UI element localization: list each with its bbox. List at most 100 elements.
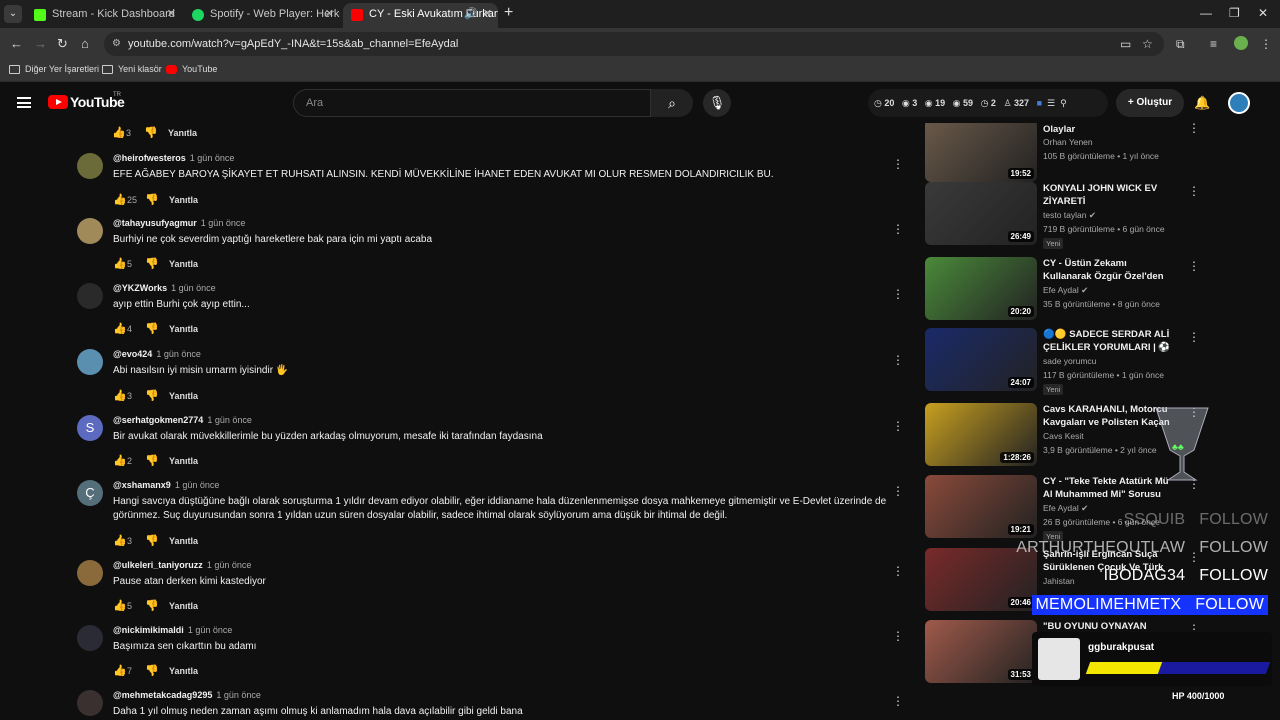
close-window-icon[interactable]: ✕ (1258, 6, 1268, 20)
avatar[interactable] (77, 153, 103, 179)
like-icon[interactable]: 👍 (113, 534, 127, 547)
comment-time[interactable]: 1 gün önce (156, 349, 201, 359)
bookmark-other[interactable]: Diğer Yer İşaretleri (9, 64, 99, 74)
media-icon[interactable]: ≡ (1210, 37, 1217, 51)
like-icon[interactable]: 👍 (113, 322, 127, 335)
channel-name[interactable]: Cavs Kesit (1043, 431, 1084, 441)
new-tab-button[interactable]: + (504, 4, 513, 22)
video-title[interactable]: CY - Üstün Zekamı Kullanarak Özgür Özel'… (1043, 257, 1173, 283)
close-icon[interactable]: ✕ (325, 3, 334, 26)
close-icon[interactable]: ✕ (167, 3, 176, 26)
more-actions-icon[interactable]: ⋮ (892, 564, 904, 578)
comment-time[interactable]: 1 gün önce (216, 690, 261, 700)
channel-name[interactable]: Jahistan (1043, 576, 1075, 586)
account-avatar[interactable] (1228, 92, 1250, 114)
more-actions-icon[interactable]: ⋮ (1188, 259, 1200, 273)
comment-time[interactable]: 1 gün önce (190, 153, 235, 163)
avatar[interactable] (77, 625, 103, 651)
dislike-icon[interactable]: 👎 (145, 599, 169, 612)
reply-button[interactable]: Yanıtla (169, 324, 198, 334)
more-actions-icon[interactable]: ⋮ (892, 353, 904, 367)
reply-button[interactable]: Yanıtla (169, 456, 198, 466)
related-video[interactable]: 20:20 CY - Üstün Zekamı Kullanarak Özgür… (925, 257, 1200, 323)
back-icon[interactable]: ← (10, 36, 23, 51)
comment-time[interactable]: 1 gün önce (207, 560, 252, 570)
dislike-icon[interactable]: 👎 (145, 193, 169, 206)
comment-author[interactable]: @tahayusufyagmur 1 gün önce (113, 218, 245, 228)
reply-button[interactable]: Yanıtla (169, 536, 198, 546)
video-thumbnail[interactable]: 19:52 (925, 123, 1037, 182)
comment-author[interactable]: @nickimikimaldi 1 gün önce (113, 625, 232, 635)
related-video[interactable]: 19:52 Olaylar Orhan Yenen 105 B görüntül… (925, 123, 1200, 185)
comment-author[interactable]: @ulkeleri_taniyoruzz 1 gün önce (113, 560, 251, 570)
browser-menu-icon[interactable]: ⋮ (1260, 37, 1272, 51)
restore-icon[interactable]: ❐ (1229, 6, 1240, 20)
reply-button[interactable]: Yanıtla (169, 666, 198, 676)
comment-time[interactable]: 1 gün önce (171, 283, 216, 293)
reply-button[interactable]: Yanıtla (169, 259, 198, 269)
comment-author[interactable]: @mehmetakcadag9295 1 gün önce (113, 690, 261, 700)
tab-youtube[interactable]: CY - Eski Avukatım Furkan'a ... 🔊 ✕ (343, 3, 498, 28)
related-video[interactable]: 19:21 CY - "Teke Tekte Atatürk Mü Al Muh… (925, 475, 1200, 542)
create-button[interactable]: + Oluştur (1116, 89, 1184, 117)
comment-author[interactable]: @evo424 1 gün önce (113, 349, 201, 359)
reply-button[interactable]: Yanıtla (169, 601, 198, 611)
avatar[interactable] (77, 560, 103, 586)
comment-author[interactable]: @YKZWorks 1 gün önce (113, 283, 216, 293)
comment-time[interactable]: 1 gün önce (175, 480, 220, 490)
comment-time[interactable]: 1 gün önce (188, 625, 233, 635)
comment-author[interactable]: @serhatgokmen2774 1 gün önce (113, 415, 252, 425)
related-video[interactable]: 24:07 🔵🟡 SADECE SERDAR ALİ ÇELİKLER YORU… (925, 328, 1200, 395)
voice-search-button[interactable]: 🎙 (703, 89, 731, 117)
bookmark-youtube[interactable]: YouTube (166, 64, 217, 74)
avatar[interactable] (77, 349, 103, 375)
tab-search-button[interactable]: ⌄ (4, 5, 22, 23)
audio-icon[interactable]: 🔊 (464, 3, 478, 26)
home-icon[interactable]: ⌂ (81, 36, 89, 51)
video-title[interactable]: Olaylar (1043, 123, 1173, 136)
like-icon[interactable]: 👍 (113, 257, 127, 270)
video-thumbnail[interactable]: 26:49 (925, 182, 1037, 245)
avatar[interactable] (77, 218, 103, 244)
menu-icon[interactable] (17, 97, 31, 108)
extension-stats[interactable]: ◷ 20 ◉ 3 ◉ 19 ◉ 59 ◷ 2 ♙ 327 ■ ☰ ⚲ (868, 89, 1108, 117)
forward-icon[interactable]: → (34, 36, 47, 51)
site-info-icon[interactable]: ⚙ (112, 32, 121, 56)
video-thumbnail[interactable]: 1:28:26 (925, 403, 1037, 466)
avatar[interactable] (77, 690, 103, 716)
video-title[interactable]: 🔵🟡 SADECE SERDAR ALİ ÇELİKLER YORUMLARI … (1043, 328, 1173, 354)
bookmark-star-icon[interactable]: ☆ (1142, 37, 1153, 51)
tab-kick[interactable]: Stream - Kick Dashboard ✕ (26, 3, 182, 28)
youtube-logo-icon[interactable] (48, 95, 68, 109)
more-actions-icon[interactable]: ⋮ (1188, 123, 1200, 135)
dislike-icon[interactable]: 👎 (145, 257, 169, 270)
url-field[interactable]: ⚙ youtube.com/watch?v=gApEdY_-INA&t=15s&… (104, 32, 1164, 56)
bookmark-new-folder[interactable]: Yeni klasör (102, 64, 162, 74)
search-button[interactable]: ⌕ (651, 89, 693, 117)
dislike-icon[interactable]: 👎 (145, 322, 169, 335)
dislike-icon[interactable]: 👎 (145, 389, 169, 402)
channel-name[interactable]: testo taylan ✔ (1043, 210, 1096, 221)
video-thumbnail[interactable]: 19:21 (925, 475, 1037, 538)
profile-avatar[interactable] (1234, 36, 1248, 50)
video-thumbnail[interactable]: 20:46 (925, 548, 1037, 611)
avatar[interactable]: Ç (77, 480, 103, 506)
more-actions-icon[interactable]: ⋮ (892, 157, 904, 171)
avatar[interactable]: S (77, 415, 103, 441)
more-actions-icon[interactable]: ⋮ (892, 222, 904, 236)
channel-name[interactable]: Orhan Yenen (1043, 137, 1093, 147)
like-icon[interactable]: 👍 (112, 126, 126, 139)
like-icon[interactable]: 👍 (113, 193, 127, 206)
reply-button[interactable]: Yanıtla (168, 128, 197, 138)
video-thumbnail[interactable]: 24:07 (925, 328, 1037, 391)
comment-time[interactable]: 1 gün önce (201, 218, 246, 228)
comment-time[interactable]: 1 gün önce (207, 415, 252, 425)
like-icon[interactable]: 👍 (113, 454, 127, 467)
like-icon[interactable]: 👍 (113, 599, 127, 612)
dislike-icon[interactable]: 👎 (144, 126, 168, 139)
minimize-icon[interactable]: — (1200, 6, 1212, 20)
video-title[interactable]: KONYALI JOHN WICK EV ZİYARETİ (1043, 182, 1173, 208)
notifications-icon[interactable]: 🔔 (1194, 95, 1210, 111)
dislike-icon[interactable]: 👎 (145, 534, 169, 547)
reply-button[interactable]: Yanıtla (169, 391, 198, 401)
